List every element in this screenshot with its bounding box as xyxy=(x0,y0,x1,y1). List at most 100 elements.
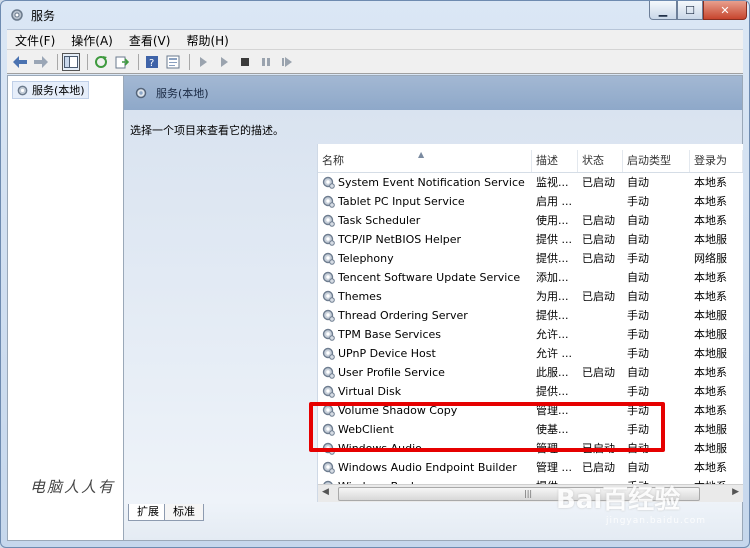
service-startup-type: 自动 xyxy=(627,290,649,303)
refresh-button[interactable] xyxy=(92,53,110,71)
service-status xyxy=(582,268,626,287)
service-log-on-as: 本地系 xyxy=(694,290,727,303)
service-name: Virtual Disk xyxy=(338,385,402,398)
pause-service-button[interactable] xyxy=(257,53,275,71)
service-startup-type: 手动 xyxy=(627,309,649,322)
svg-text:?: ? xyxy=(149,58,154,69)
service-status: 已启动 xyxy=(582,461,615,474)
table-row[interactable]: Telephony 提供... 已启动 手动 网络服 xyxy=(318,249,743,268)
toolbar-separator xyxy=(189,53,190,70)
close-button[interactable]: ✕ xyxy=(703,1,747,20)
services-window: 服务 ▁ ☐ ✕ 文件(F) 操作(A) 查看(V) 帮助(H) ? 服务(本地… xyxy=(0,0,750,548)
properties-button[interactable] xyxy=(164,53,182,71)
service-name: Telephony xyxy=(338,252,394,265)
pause-icon xyxy=(262,57,270,66)
table-row[interactable]: System Event Notification Service 监视... 已启… xyxy=(318,173,743,192)
stop-service-button[interactable] xyxy=(236,53,254,71)
service-log-on-as: 本地服 xyxy=(694,442,727,455)
table-row[interactable]: WebClient 使基... 手动 本地服 xyxy=(318,420,743,439)
column-log-on-as[interactable]: 登录为 xyxy=(690,150,743,172)
toolbar-separator xyxy=(57,53,58,70)
service-startup-type: 自动 xyxy=(627,214,649,227)
tree-item-services-local[interactable]: 服务(本地) xyxy=(12,81,89,99)
toolbar-separator xyxy=(138,53,139,70)
maximize-button[interactable]: ☐ xyxy=(677,1,703,20)
service-startup-type: 手动 xyxy=(627,385,649,398)
services-gear-icon xyxy=(11,9,23,21)
service-status xyxy=(582,192,626,211)
title-bar[interactable]: 服务 ▁ ☐ ✕ xyxy=(1,1,749,29)
services-gear-icon xyxy=(135,87,147,99)
maximize-icon: ☐ xyxy=(685,3,695,17)
service-description: 使基... xyxy=(536,423,569,436)
service-name: TPM Base Services xyxy=(338,328,442,341)
table-row[interactable]: Task Scheduler 使用... 已启动 自动 本地系 xyxy=(318,211,743,230)
table-row[interactable]: Windows Audio 管理 ... 已启动 自动 本地服 xyxy=(318,439,743,458)
service-status xyxy=(582,420,626,439)
table-row[interactable]: Tablet PC Input Service 启用 ... 手动 本地系 xyxy=(318,192,743,211)
stop-icon xyxy=(241,57,249,66)
service-log-on-as: 本地系 xyxy=(694,271,727,284)
service-gear-icon xyxy=(322,252,335,265)
service-status xyxy=(582,306,626,325)
show-hide-console-tree-button[interactable] xyxy=(62,52,80,71)
service-description: 提供... xyxy=(536,385,569,398)
forward-button[interactable] xyxy=(32,53,50,71)
service-description: 管理 ... xyxy=(536,442,572,455)
column-startup-type[interactable]: 启动类型 xyxy=(623,150,690,172)
table-row[interactable]: Tencent Software Update Service 添加... 自动 本地… xyxy=(318,268,743,287)
column-description[interactable]: 描述 xyxy=(532,150,578,172)
table-row[interactable]: UPnP Device Host 允许 ... 手动 本地服 xyxy=(318,344,743,363)
details-pane: 服务(本地) 选择一个项目来查看它的描述。 名称 ▲ 描述 状态 启动类型 登录… xyxy=(124,76,743,540)
start-service-params-button[interactable] xyxy=(215,53,233,71)
service-gear-icon xyxy=(322,442,335,455)
service-name: System Event Notification Service xyxy=(338,176,525,189)
restart-service-button[interactable] xyxy=(278,53,296,71)
service-name: Tablet PC Input Service xyxy=(338,195,465,208)
column-name[interactable]: 名称 ▲ xyxy=(318,150,532,172)
service-status: 已启动 xyxy=(582,290,615,303)
pane-content: 选择一个项目来查看它的描述。 名称 ▲ 描述 状态 启动类型 登录为 Syste… xyxy=(124,110,743,502)
services-list[interactable]: 名称 ▲ 描述 状态 启动类型 登录为 System Event Notific… xyxy=(317,144,743,502)
service-gear-icon xyxy=(322,328,335,341)
service-description: 管理... xyxy=(536,404,569,417)
service-description: 添加... xyxy=(536,271,569,284)
scroll-left-icon[interactable]: ◀ xyxy=(322,487,329,497)
table-row[interactable]: Windows Audio Endpoint Builder 管理 ... 已启动自… xyxy=(318,458,743,477)
menu-view[interactable]: 查看(V) xyxy=(121,32,179,49)
help-button[interactable]: ? xyxy=(143,53,161,71)
table-row[interactable]: Virtual Disk 提供... 手动 本地系 xyxy=(318,382,743,401)
table-row[interactable]: Thread Ordering Server 提供... 手动 本地服 xyxy=(318,306,743,325)
service-description: 为用... xyxy=(536,290,569,303)
service-startup-type: 自动 xyxy=(627,176,649,189)
service-status: 已启动 xyxy=(582,366,615,379)
table-row[interactable]: Volume Shadow Copy 管理... 手动 本地系 xyxy=(318,401,743,420)
service-startup-type: 手动 xyxy=(627,328,649,341)
table-row[interactable]: User Profile Service 此服... 已启动 自动 本地系 xyxy=(318,363,743,382)
service-status xyxy=(582,344,626,363)
minimize-button[interactable]: ▁ xyxy=(649,1,677,20)
service-description: 启用 ... xyxy=(536,195,572,208)
table-row[interactable]: TPM Base Services 允许... 手动 本地服 xyxy=(318,325,743,344)
export-icon xyxy=(115,56,129,68)
menu-file[interactable]: 文件(F) xyxy=(7,32,63,49)
back-button[interactable] xyxy=(11,53,29,71)
services-gear-icon xyxy=(17,85,28,95)
menu-help[interactable]: 帮助(H) xyxy=(178,32,236,49)
service-gear-icon xyxy=(322,214,335,227)
column-status[interactable]: 状态 xyxy=(578,150,623,172)
scroll-right-icon[interactable]: ▶ xyxy=(732,487,739,497)
tab-extended[interactable]: 扩展 xyxy=(128,504,168,521)
service-name: Windows Audio Endpoint Builder xyxy=(338,461,517,474)
service-description: 允许 ... xyxy=(536,347,572,360)
service-log-on-as: 本地服 xyxy=(694,233,727,246)
tab-standard[interactable]: 标准 xyxy=(164,504,204,521)
menu-action[interactable]: 操作(A) xyxy=(63,32,121,49)
restart-icon xyxy=(282,56,292,67)
start-service-button[interactable] xyxy=(194,53,212,71)
table-row[interactable]: TCP/IP NetBIOS Helper 提供 ... 已启动 自动 本地服 xyxy=(318,230,743,249)
help-icon: ? xyxy=(146,55,158,69)
table-row[interactable]: Themes 为用... 已启动 自动 本地系 xyxy=(318,287,743,306)
service-startup-type: 自动 xyxy=(627,233,649,246)
export-list-button[interactable] xyxy=(113,53,131,71)
